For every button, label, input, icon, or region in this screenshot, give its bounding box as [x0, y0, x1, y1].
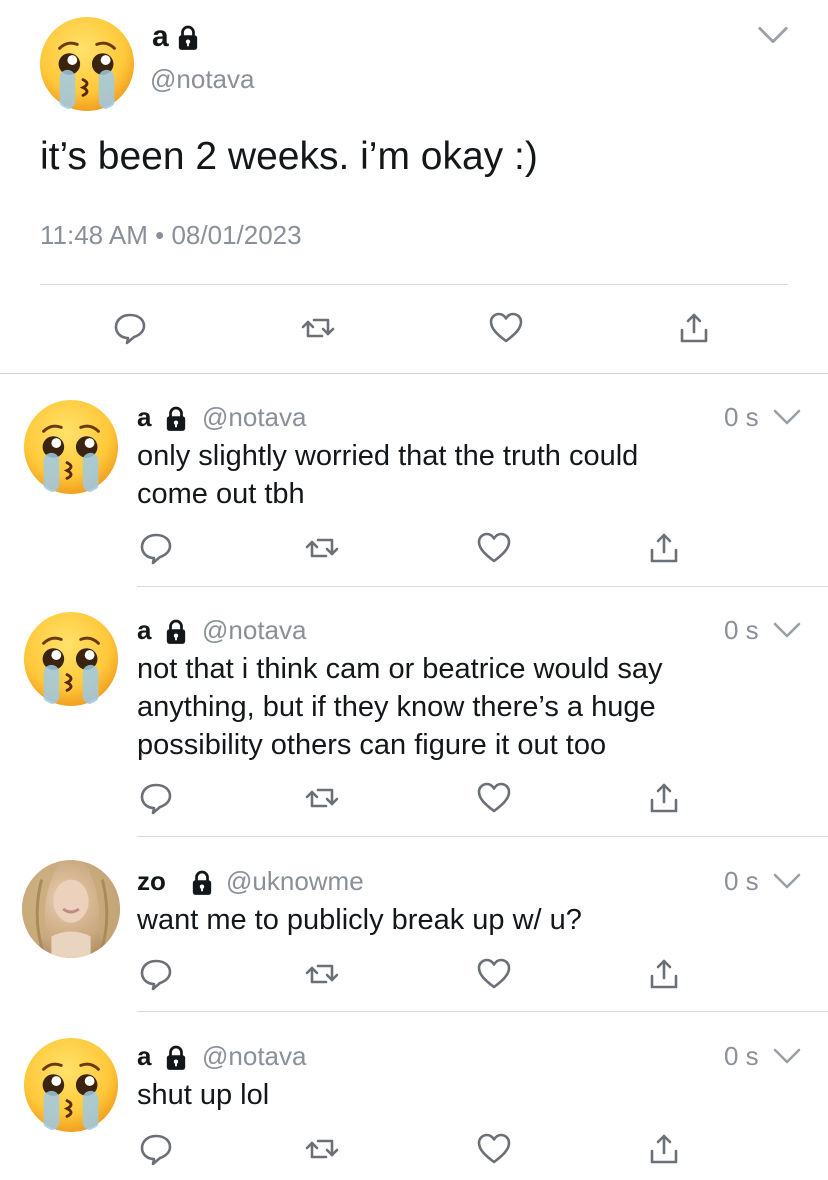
heart-icon [476, 1131, 512, 1167]
speech-bubble-icon [138, 1131, 174, 1167]
speech-bubble-icon [112, 310, 148, 346]
tweet-text-line: want me to publicly break up w/ u? [137, 904, 582, 936]
tweet-text: want me to publicly break up w/ u? [137, 901, 777, 939]
tweet-text: not that i think cam or beatrice would s… [137, 650, 777, 764]
lock-icon [165, 406, 187, 432]
tweet-text: shut up lol [137, 1076, 777, 1114]
tweet-timestamp[interactable]: 11:48 AM • 08/01/2023 [40, 220, 302, 251]
reply-button[interactable] [138, 1131, 174, 1167]
share-button[interactable] [646, 956, 682, 992]
crying-face-emoji-icon [38, 15, 136, 113]
timestamp: 0 s [724, 402, 759, 432]
display-name[interactable]: zo [137, 866, 213, 897]
lock-icon [165, 619, 187, 645]
handle[interactable]: @notava [150, 64, 254, 95]
retweet-button[interactable] [304, 956, 340, 992]
tweet-text-line: anything, but if they know there’s a hug… [137, 691, 656, 723]
avatar[interactable] [22, 1036, 120, 1134]
speech-bubble-icon [138, 956, 174, 992]
retweet-icon [300, 310, 336, 346]
reply-button[interactable] [138, 956, 174, 992]
share-button[interactable] [646, 780, 682, 816]
tweet-text-line: come out tbh [137, 478, 305, 510]
share-button[interactable] [646, 1131, 682, 1167]
share-icon [676, 310, 712, 346]
avatar[interactable] [22, 610, 120, 708]
retweet-icon [304, 956, 340, 992]
retweet-button[interactable] [304, 780, 340, 816]
reply-button[interactable] [138, 780, 174, 816]
tweet-text-line: not that i think cam or beatrice would s… [137, 653, 663, 685]
chevron-down-icon[interactable] [772, 620, 802, 640]
timestamp: 0 s [724, 866, 759, 896]
divider [137, 1011, 828, 1012]
retweet-button[interactable] [304, 530, 340, 566]
crying-face-emoji-icon [22, 1036, 120, 1134]
heart-icon [488, 310, 524, 346]
divider [137, 836, 828, 837]
avatar[interactable] [38, 15, 136, 113]
reply-button[interactable] [112, 310, 148, 346]
crying-face-emoji-icon [22, 398, 120, 496]
retweet-button[interactable] [304, 1131, 340, 1167]
retweet-icon [304, 780, 340, 816]
like-button[interactable] [476, 530, 512, 566]
like-button[interactable] [476, 956, 512, 992]
retweet-button[interactable] [300, 310, 336, 346]
timestamp: 0 s [724, 1041, 759, 1071]
tweet-text-line: only slightly worried that the truth cou… [137, 440, 639, 472]
divider [0, 373, 828, 374]
retweet-icon [304, 1131, 340, 1167]
share-icon [646, 1131, 682, 1167]
chevron-down-icon[interactable] [772, 871, 802, 891]
crying-face-emoji-icon [22, 610, 120, 708]
lock-icon [165, 1045, 187, 1071]
display-name-text: a [137, 1041, 152, 1071]
speech-bubble-icon [138, 530, 174, 566]
heart-icon [476, 780, 512, 816]
like-button[interactable] [476, 780, 512, 816]
heart-icon [476, 530, 512, 566]
share-icon [646, 780, 682, 816]
handle[interactable]: @uknowme [226, 866, 364, 897]
tweet-text-line: shut up lol [137, 1079, 270, 1111]
speech-bubble-icon [138, 780, 174, 816]
like-button[interactable] [488, 310, 524, 346]
share-button[interactable] [676, 310, 712, 346]
timestamp: 0 s [724, 615, 759, 645]
share-icon [646, 956, 682, 992]
display-name-text: a [137, 402, 152, 432]
reply-button[interactable] [138, 530, 174, 566]
handle[interactable]: @notava [202, 402, 306, 433]
display-name-text: zo [137, 866, 166, 896]
profile-photo-icon [22, 860, 120, 958]
display-name[interactable]: a [137, 1041, 187, 1072]
avatar[interactable] [22, 860, 120, 958]
share-button[interactable] [646, 530, 682, 566]
tweet-text-line: possibility others can figure it out too [137, 729, 607, 761]
divider [40, 284, 788, 285]
display-name[interactable]: a [137, 615, 187, 646]
display-name[interactable]: a [152, 20, 199, 54]
display-name[interactable]: a [137, 402, 187, 433]
lock-icon [191, 870, 213, 896]
chevron-down-icon[interactable] [756, 24, 790, 46]
lock-icon [177, 25, 199, 51]
heart-icon [476, 956, 512, 992]
display-name-text: a [137, 615, 152, 645]
like-button[interactable] [476, 1131, 512, 1167]
handle[interactable]: @notava [202, 615, 306, 646]
divider [137, 586, 828, 587]
tweet-text: only slightly worried that the truth cou… [137, 437, 777, 513]
tweet-text: it’s been 2 weeks. i’m okay :) [40, 135, 538, 178]
chevron-down-icon[interactable] [772, 407, 802, 427]
retweet-icon [304, 530, 340, 566]
chevron-down-icon[interactable] [772, 1046, 802, 1066]
display-name-text: a [152, 20, 169, 53]
share-icon [646, 530, 682, 566]
handle[interactable]: @notava [202, 1041, 306, 1072]
avatar[interactable] [22, 398, 120, 496]
